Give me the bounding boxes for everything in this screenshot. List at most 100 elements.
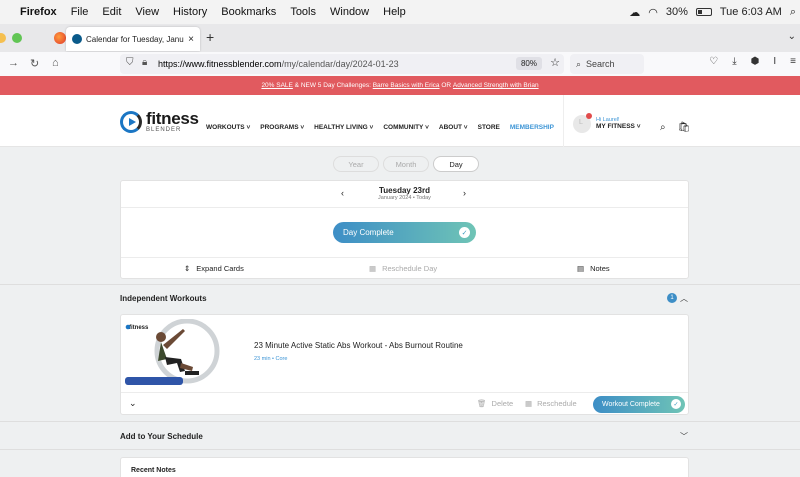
window-controls — [0, 33, 22, 43]
prev-day-icon[interactable]: ‹ — [341, 188, 344, 198]
menu-help[interactable]: Help — [383, 6, 406, 18]
home-icon[interactable]: ⌂ — [52, 57, 59, 69]
nav-healthy-living[interactable]: HEALTHY LIVING ˅ — [314, 124, 373, 131]
day-subtitle: January 2024 • Today — [378, 195, 431, 201]
minimize-button[interactable] — [0, 33, 6, 43]
url-bar[interactable]: ⛉ 🔒︎ https://www.fitnessblender.com/my/c… — [120, 54, 564, 74]
section-divider — [0, 421, 800, 422]
reload-icon[interactable]: ↻ — [30, 57, 39, 70]
notes-icon: ▤ — [577, 264, 585, 273]
promo-link-barre[interactable]: Barre Basics with Erica — [373, 82, 440, 89]
collapse-chevron-icon[interactable]: ︿ — [680, 293, 688, 304]
site-logo[interactable]: fitness BLENDER — [120, 110, 199, 133]
logo-text-big: fitness — [146, 109, 199, 128]
day-title: Tuesday 23rd — [379, 186, 430, 195]
promo-link-strength[interactable]: Advanced Strength with Brian — [453, 82, 539, 89]
view-month-button[interactable]: Month — [383, 156, 429, 172]
check-icon: ✓ — [459, 227, 470, 238]
pocket-icon[interactable]: ♡ — [709, 56, 718, 67]
menu-history[interactable]: History — [173, 6, 207, 18]
forward-icon[interactable]: → — [8, 57, 19, 69]
account-menu[interactable]: L Hi Laurel! MY FITNESS ˅ — [573, 113, 641, 133]
workout-thumbnail-image: fitness — [125, 319, 221, 387]
extension-icon[interactable]: ⬢ — [751, 56, 760, 67]
reader-icon[interactable]: I — [773, 56, 776, 67]
downloads-icon[interactable]: ⤓ — [732, 56, 736, 67]
lock-icon[interactable]: 🔒︎ — [142, 57, 147, 68]
day-complete-button[interactable]: Day Complete ✓ — [333, 222, 476, 243]
menu-app-name[interactable]: Firefox — [20, 6, 57, 18]
view-year-button[interactable]: Year — [333, 156, 379, 172]
logo-play-icon — [120, 110, 142, 133]
recent-notes-card: Recent Notes — [120, 457, 689, 477]
tab-strip: Calendar for Tuesday, January 23 × + ⌄ — [0, 24, 800, 52]
cart-icon[interactable]: 🛍︎ — [678, 122, 691, 133]
search-icon[interactable]: ⌕ — [660, 122, 666, 133]
nav-community[interactable]: COMMUNITY ˅ — [383, 124, 429, 131]
reschedule-button[interactable]: ▦ Reschedule — [525, 399, 577, 408]
workout-meta: 23 min • Core — [254, 356, 288, 362]
nav-workouts[interactable]: WORKOUTS ˅ — [206, 124, 250, 131]
nav-about[interactable]: ABOUT ˅ — [439, 124, 468, 131]
header-divider — [563, 95, 564, 147]
section-divider — [0, 449, 800, 450]
avatar[interactable]: L — [573, 113, 592, 133]
promo-text: & NEW 5 Day Challenges: — [292, 82, 373, 89]
next-day-icon[interactable]: › — [463, 188, 466, 198]
workout-thumbnail[interactable]: fitness — [125, 319, 221, 387]
workout-complete-label: Workout Complete — [602, 401, 660, 408]
expand-chevron-icon[interactable]: ﹀ — [680, 431, 688, 442]
notes-label: Notes — [590, 264, 610, 273]
nav-store[interactable]: STORE — [478, 124, 500, 131]
bookmark-star-icon[interactable]: ☆ — [550, 56, 560, 69]
macos-menu-bar: Firefox File Edit View History Bookmarks… — [0, 0, 800, 24]
tab-title: Calendar for Tuesday, January 23 — [86, 34, 184, 44]
zoom-button[interactable] — [12, 33, 22, 43]
list-tabs-icon[interactable]: ⌄ — [788, 31, 796, 42]
check-icon: ✓ — [671, 399, 681, 409]
expand-cards-button[interactable]: ⇕ Expand Cards — [184, 264, 244, 273]
day-complete-label: Day Complete — [343, 228, 394, 237]
url-text[interactable]: https://www.fitnessblender.com/my/calend… — [158, 59, 399, 69]
avatar-letter: L — [579, 119, 583, 126]
workout-count-badge: 1 — [667, 293, 677, 303]
menu-icon[interactable]: ≡ — [790, 56, 796, 67]
zoom-level[interactable]: 80% — [515, 57, 542, 70]
tab-calendar[interactable]: Calendar for Tuesday, January 23 × — [66, 27, 200, 51]
menu-view[interactable]: View — [135, 6, 159, 18]
firefox-view-icon[interactable] — [54, 32, 66, 44]
shield-icon[interactable]: ⛉ — [126, 57, 134, 68]
add-to-schedule-title[interactable]: Add to Your Schedule — [120, 432, 203, 441]
delete-button[interactable]: 🗑︎ Delete — [477, 399, 513, 408]
expand-chevron-icon[interactable]: ⌄ — [129, 398, 137, 409]
nav-programs[interactable]: PROGRAMS ˅ — [260, 124, 304, 131]
workout-title-link[interactable]: 23 Minute Active Static Abs Workout - Ab… — [254, 341, 463, 350]
cloud-icon[interactable]: ☁ — [629, 6, 640, 19]
day-header: ‹ Tuesday 23rd January 2024 • Today › — [121, 181, 688, 208]
section-divider — [0, 284, 800, 285]
menu-window[interactable]: Window — [330, 6, 369, 18]
my-fitness-menu[interactable]: MY FITNESS ˅ — [596, 123, 641, 130]
main-nav: WORKOUTS ˅ PROGRAMS ˅ HEALTHY LIVING ˅ C… — [206, 124, 554, 131]
wifi-icon[interactable]: ◠ — [648, 6, 658, 19]
new-tab-button[interactable]: + — [206, 29, 214, 45]
view-day-button[interactable]: Day — [433, 156, 479, 172]
close-tab-icon[interactable]: × — [188, 34, 194, 45]
menu-tools[interactable]: Tools — [290, 6, 316, 18]
battery-icon[interactable] — [695, 8, 712, 16]
notes-button[interactable]: ▤ Notes — [577, 264, 610, 273]
menu-file[interactable]: File — [71, 6, 89, 18]
nav-membership[interactable]: MEMBERSHIP — [510, 124, 554, 131]
spotlight-icon[interactable]: ⌕ — [790, 6, 796, 19]
menu-edit[interactable]: Edit — [102, 6, 121, 18]
reschedule-day-button[interactable]: ▦ Reschedule Day — [369, 264, 437, 273]
workout-complete-button[interactable]: Workout Complete ✓ — [593, 396, 685, 413]
favicon-icon — [72, 34, 82, 44]
promo-sale-link[interactable]: 20% SALE — [261, 82, 292, 89]
clock[interactable]: Tue 6:03 AM — [720, 6, 782, 18]
search-input[interactable]: ⌕ Search — [570, 54, 644, 74]
day-actions: ⇕ Expand Cards ▦ Reschedule Day ▤ Notes — [121, 257, 688, 279]
calendar-icon: ▦ — [369, 264, 377, 273]
menu-bookmarks[interactable]: Bookmarks — [221, 6, 276, 18]
expand-icon: ⇕ — [184, 264, 191, 273]
